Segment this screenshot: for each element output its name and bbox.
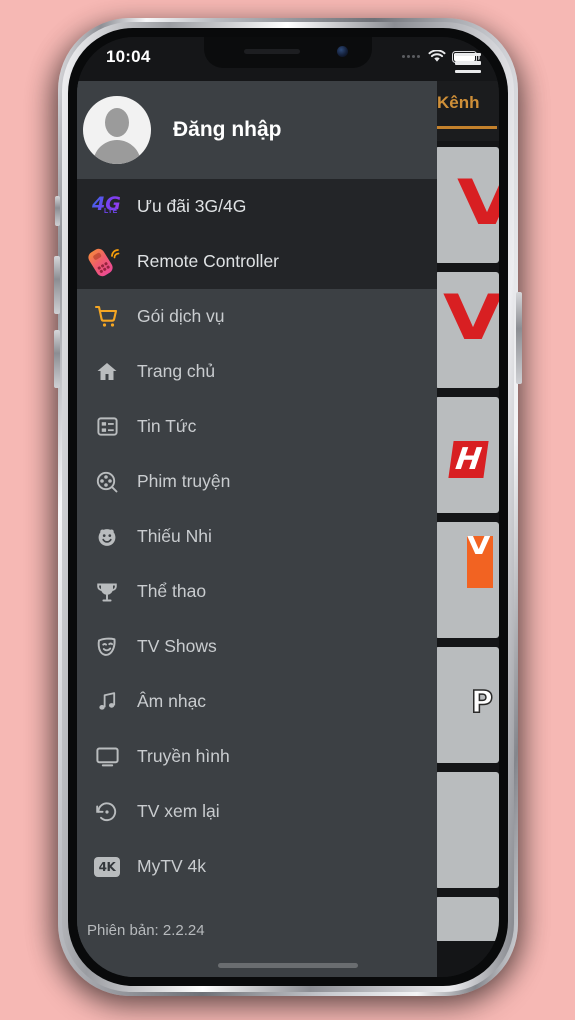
sidebar-item-remote-controller[interactable]: Remote Controller	[77, 234, 437, 289]
channel-card[interactable]	[435, 897, 499, 941]
screenshot-stage: Kênh V V H V P	[0, 0, 575, 1020]
tab-active-underline	[435, 126, 497, 129]
mute-switch-button[interactable]	[55, 196, 60, 226]
shopping-cart-icon	[85, 305, 129, 329]
4k-badge-icon: 4K	[85, 856, 129, 877]
signal-dots-icon	[402, 55, 420, 58]
replay-icon	[85, 800, 129, 824]
channel-card[interactable]: V	[435, 522, 499, 638]
p-white-logo: P	[470, 684, 494, 721]
sidebar-item-label: Ưu đãi 3G/4G	[137, 196, 247, 216]
channel-card[interactable]: H	[435, 397, 499, 513]
vtv-red-v-logo: V	[457, 171, 499, 233]
sidebar-item-truyen-hinh[interactable]: Truyền hình	[77, 729, 437, 784]
tab-kenh[interactable]: Kênh	[437, 93, 480, 113]
volume-up-button[interactable]	[54, 256, 60, 314]
home-indicator[interactable]	[218, 963, 358, 968]
sidebar-item-mytv-4k[interactable]: 4K MyTV 4k	[77, 839, 437, 894]
phone-screen: Kênh V V H V P	[77, 37, 499, 977]
sidebar-item-tv-xem-lai[interactable]: TV xem lại	[77, 784, 437, 839]
vtv-red-v-logo: V	[443, 281, 499, 354]
wifi-icon	[428, 50, 446, 62]
sidebar-item-tin-tuc[interactable]: Tin Tức	[77, 399, 437, 454]
music-note-icon	[85, 690, 129, 713]
tv-monitor-icon	[85, 744, 129, 769]
sidebar-item-trang-chu[interactable]: Trang chủ	[77, 344, 437, 399]
channel-card[interactable]: P	[435, 647, 499, 763]
sidebar-item-label: Thiếu Nhi	[137, 526, 212, 546]
sidebar-item-label: TV xem lại	[137, 801, 220, 821]
4g-lte-icon: 4G LTE	[92, 192, 121, 215]
navigation-drawer: Đăng nhập 4G LTE Ưu đãi 3G/4G Remote Con…	[77, 81, 437, 977]
front-camera	[337, 46, 348, 57]
sidebar-item-label: Truyền hình	[137, 746, 230, 766]
drawer-menu: 4G LTE Ưu đãi 3G/4G Remote Controller Gó…	[77, 179, 437, 894]
drawer-header[interactable]: Đăng nhập	[77, 81, 437, 179]
sidebar-item-phim-truyen[interactable]: Phim truyện	[77, 454, 437, 509]
sidebar-item-uu-dai-3g4g[interactable]: 4G LTE Ưu đãi 3G/4G	[77, 179, 437, 234]
smiley-child-icon	[85, 525, 129, 549]
sidebar-item-thieu-nhi[interactable]: Thiếu Nhi	[77, 509, 437, 564]
htv-red-h-logo: H	[448, 441, 489, 478]
phone-notch	[204, 37, 372, 68]
theater-mask-icon	[85, 635, 129, 659]
sidebar-item-label: Gói dịch vụ	[137, 306, 225, 326]
sidebar-item-am-nhac[interactable]: Âm nhạc	[77, 674, 437, 729]
channel-card[interactable]: V	[435, 147, 499, 263]
channel-card[interactable]: V	[435, 272, 499, 388]
sidebar-item-label: TV Shows	[137, 636, 217, 656]
channel-card[interactable]	[435, 772, 499, 888]
sidebar-item-label: Remote Controller	[137, 251, 279, 271]
status-bar-time: 10:04	[106, 47, 151, 66]
sidebar-item-tv-shows[interactable]: TV Shows	[77, 619, 437, 674]
sidebar-item-label: Trang chủ	[137, 361, 216, 381]
sidebar-item-label: Thể thao	[137, 581, 207, 601]
volume-down-button[interactable]	[54, 330, 60, 388]
remote-control-icon	[85, 246, 129, 278]
sidebar-item-label: Phim truyện	[137, 471, 231, 491]
sidebar-item-label: MyTV 4k	[137, 856, 207, 876]
app-version-label: Phiên bản: 2.2.24	[77, 916, 437, 945]
vtc-orange-v-logo: V	[467, 531, 493, 588]
sidebar-item-goi-dich-vu[interactable]: Gói dịch vụ	[77, 289, 437, 344]
news-list-icon	[85, 415, 129, 438]
status-bar: 10:04	[77, 37, 499, 81]
film-reel-icon	[85, 470, 129, 494]
hamburger-menu-icon[interactable]	[455, 53, 481, 78]
sidebar-item-the-thao[interactable]: Thể thao	[77, 564, 437, 619]
channel-list[interactable]: V V H V P	[435, 141, 499, 977]
power-button[interactable]	[516, 292, 522, 384]
login-label[interactable]: Đăng nhập	[173, 118, 282, 142]
trophy-icon	[85, 580, 129, 604]
avatar-placeholder-icon[interactable]	[83, 96, 151, 164]
sidebar-item-label: Âm nhạc	[137, 691, 207, 711]
sidebar-item-label: Tin Tức	[137, 416, 197, 436]
earpiece-speaker	[244, 49, 300, 54]
home-icon	[85, 360, 129, 384]
